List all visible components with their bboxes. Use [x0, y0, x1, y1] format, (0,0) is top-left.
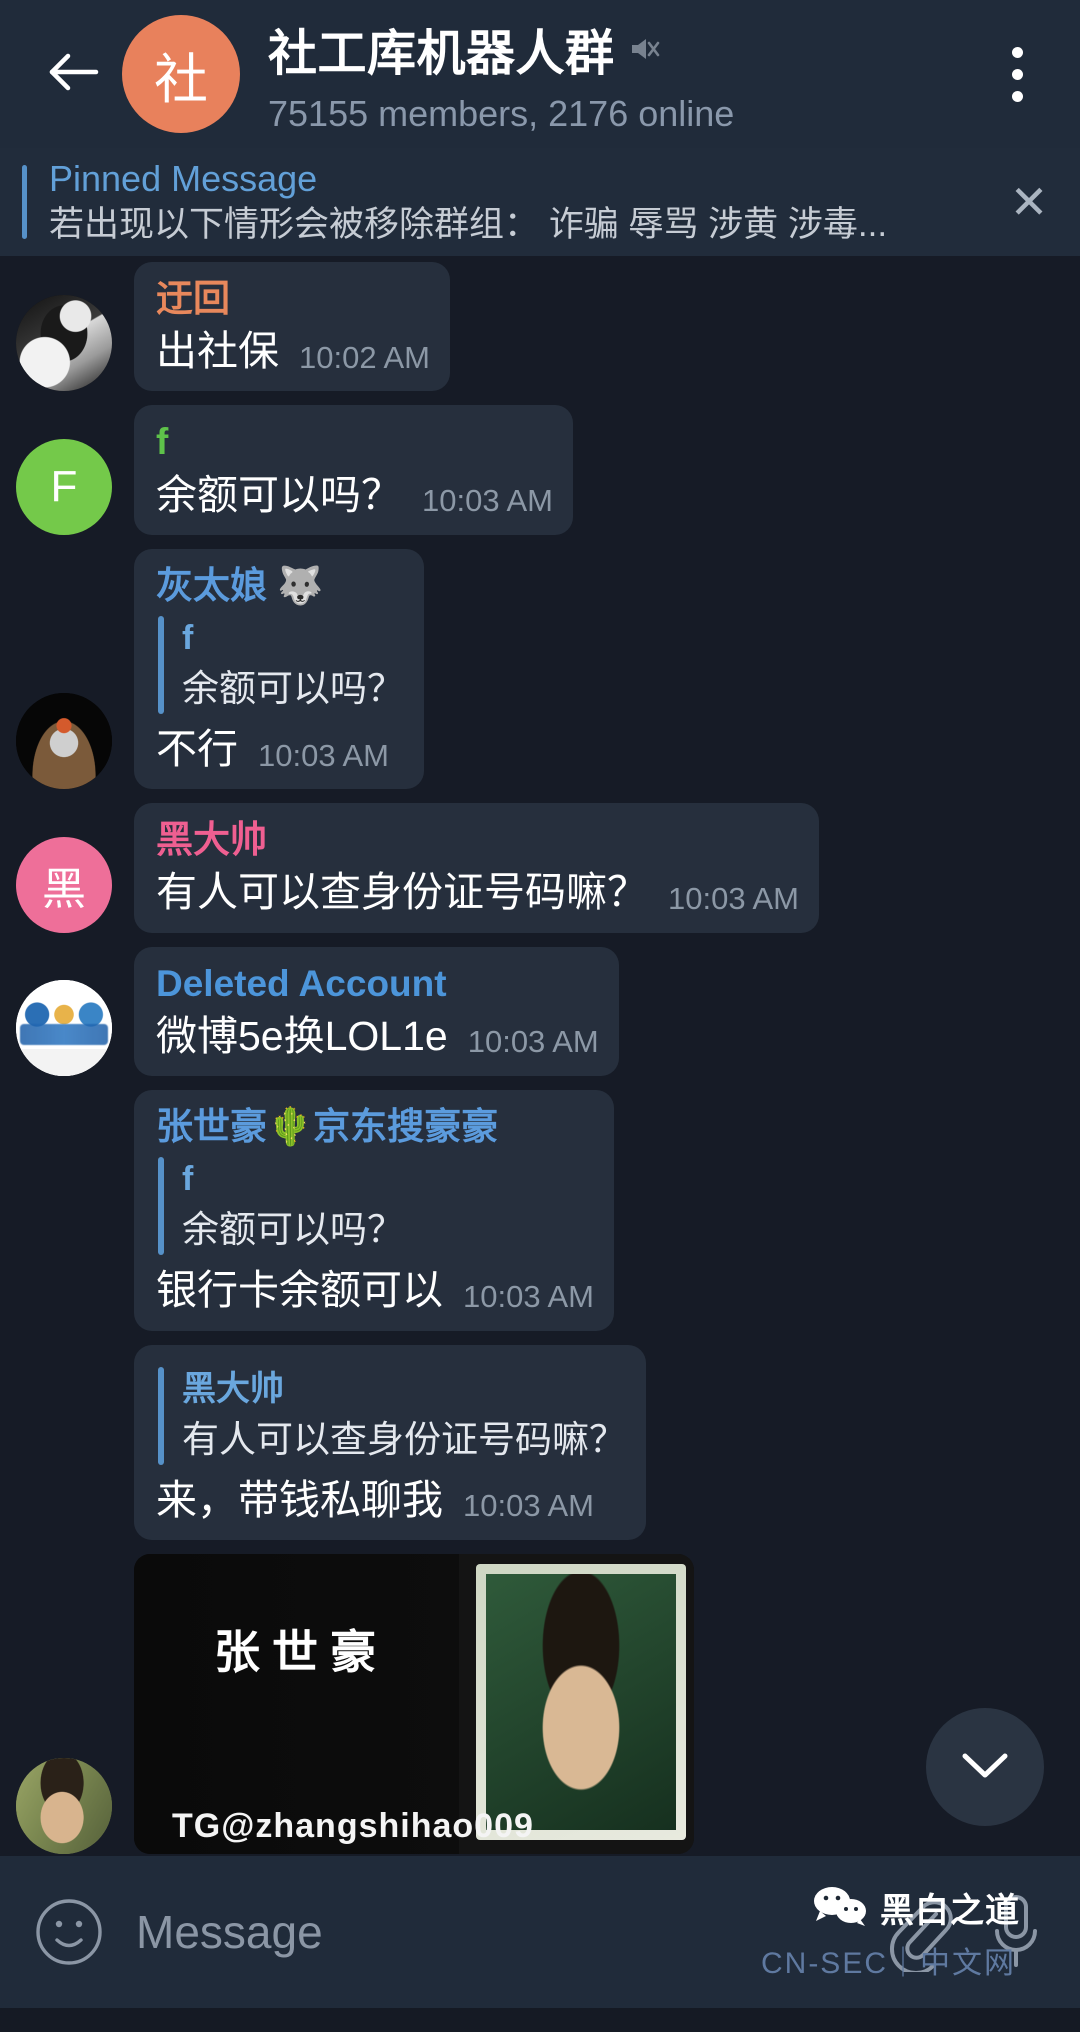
- chat-subtitle: 75155 members, 2176 online: [268, 92, 735, 134]
- chat-title: 社工库机器人群: [268, 26, 615, 81]
- chevron-down-icon: [959, 1748, 1011, 1787]
- message-sender: 迂回: [156, 278, 230, 319]
- message-bubble[interactable]: f 余额可以吗？ 10:03 AM: [134, 405, 573, 535]
- pinned-message-bar[interactable]: Pinned Message 若出现以下情形会被移除群组： 诈骗 辱骂 涉黄 涉…: [0, 148, 1080, 256]
- message-bubble[interactable]: Deleted Account 微博5e换LOL1e 10:03 AM: [134, 946, 619, 1076]
- photo-message[interactable]: 张世豪 TG@zhangshihao009: [134, 1553, 694, 1854]
- message-row[interactable]: 黑大帅 有人可以查身份证号码嘛？ 来，带钱私聊我 10:03 AM: [0, 1344, 1080, 1540]
- message-row[interactable]: 灰太娘 🐺 f 余额可以吗？ 不行 10:03 AM: [0, 548, 1080, 790]
- photo-caption-handle: TG@zhangshihao009: [172, 1806, 534, 1845]
- reply-quote[interactable]: 黑大帅 有人可以查身份证号码嘛？: [158, 1366, 626, 1465]
- pinned-text-block: Pinned Message 若出现以下情形会被移除群组： 诈骗 辱骂 涉黄 涉…: [49, 157, 998, 246]
- message-bubble[interactable]: 黑大帅 有人可以查身份证号码嘛？ 10:03 AM: [134, 803, 819, 933]
- reply-sender: 黑大帅: [182, 1369, 284, 1408]
- message-row[interactable]: 黑 黑大帅 有人可以查身份证号码嘛？ 10:03 AM: [0, 803, 1080, 933]
- message-input[interactable]: Message: [136, 1905, 884, 1959]
- message-sender: 黑大帅: [156, 819, 267, 861]
- reply-quote[interactable]: f 余额可以吗？: [158, 1157, 594, 1256]
- message-text: 出社保: [156, 328, 279, 375]
- message-row[interactable]: 张世豪🌵京东搜豪豪 f 余额可以吗？ 银行卡余额可以 10:03 AM: [0, 1090, 1080, 1331]
- reply-accent-bar: [158, 1366, 164, 1465]
- back-button[interactable]: [30, 31, 116, 117]
- arrow-left-icon: [46, 50, 100, 99]
- more-vertical-icon[interactable]: [982, 31, 1052, 117]
- avatar-placeholder: [16, 1444, 112, 1540]
- message-text: 银行卡余额可以: [156, 1267, 443, 1314]
- message-row[interactable]: 迂回 出社保 10:02 AM: [0, 262, 1080, 392]
- message-bubble[interactable]: 迂回 出社保 10:02 AM: [134, 262, 450, 392]
- chat-header: 社 社工库机器人群 75155 members, 2176 online: [0, 0, 1080, 148]
- reply-sender: f: [182, 1160, 194, 1199]
- message-list[interactable]: 迂回 出社保 10:02 AM F f 余额可以吗？ 10:03 AM 灰太娘 …: [0, 256, 1080, 1856]
- smiley-icon[interactable]: [32, 1895, 106, 1969]
- message-input-bar[interactable]: Message 黑白之道 CN-SEC｜中文网: [0, 1856, 1080, 2008]
- paperclip-icon[interactable]: [884, 1892, 954, 1976]
- photo-inset-frame: [476, 1563, 686, 1840]
- avatar-letter: 黑: [42, 864, 86, 914]
- reply-accent-bar: [158, 615, 164, 714]
- photo-message-row[interactable]: 张世豪 TG@zhangshihao009: [0, 1553, 1080, 1854]
- message-bubble[interactable]: 黑大帅 有人可以查身份证号码嘛？ 来，带钱私聊我 10:03 AM: [134, 1344, 646, 1540]
- avatar[interactable]: [16, 1757, 112, 1854]
- chat-avatar[interactable]: 社: [122, 15, 240, 133]
- avatar[interactable]: F: [16, 438, 112, 535]
- pinned-text: 若出现以下情形会被移除群组： 诈骗 辱骂 涉黄 涉毒...: [49, 205, 888, 244]
- message-bubble[interactable]: 灰太娘 🐺 f 余额可以吗？ 不行 10:03 AM: [134, 548, 424, 790]
- reply-sender: f: [182, 618, 194, 657]
- message-text: 来，带钱私聊我: [156, 1476, 443, 1523]
- header-text-block[interactable]: 社工库机器人群 75155 members, 2176 online: [268, 14, 982, 135]
- message-text: 余额可以吗？: [156, 471, 402, 518]
- message-sender: 灰太娘 🐺: [156, 564, 324, 606]
- mute-icon: [627, 32, 661, 66]
- message-sender: 张世豪🌵京东搜豪豪: [156, 1106, 499, 1147]
- message-sender: f: [156, 421, 169, 463]
- message-time: 10:03 AM: [463, 1488, 594, 1524]
- navigation-bar: [0, 2008, 1080, 2032]
- avatar[interactable]: [16, 693, 112, 790]
- avatar-letter: F: [50, 461, 78, 511]
- avatar[interactable]: [16, 980, 112, 1076]
- message-text: 微博5e换LOL1e: [156, 1012, 448, 1059]
- message-time: 10:03 AM: [422, 483, 553, 518]
- reply-text: 余额可以吗？: [182, 668, 404, 710]
- message-row[interactable]: Deleted Account 微博5e换LOL1e 10:03 AM: [0, 946, 1080, 1076]
- pinned-label: Pinned Message: [49, 157, 318, 199]
- reply-text: 有人可以查身份证号码嘛？: [182, 1418, 626, 1460]
- message-time: 10:03 AM: [668, 880, 799, 916]
- message-bubble[interactable]: 张世豪🌵京东搜豪豪 f 余额可以吗？ 银行卡余额可以 10:03 AM: [134, 1090, 614, 1331]
- avatar-placeholder: [16, 1235, 112, 1331]
- microphone-icon[interactable]: [988, 1891, 1044, 1973]
- close-icon[interactable]: ✕: [998, 171, 1060, 233]
- message-sender: Deleted Account: [156, 962, 447, 1004]
- message-time: 10:02 AM: [299, 339, 430, 375]
- reply-text: 余额可以吗？: [182, 1209, 404, 1251]
- message-time: 10:03 AM: [463, 1278, 594, 1314]
- message-time: 10:03 AM: [467, 1024, 599, 1060]
- avatar[interactable]: [16, 295, 112, 392]
- telegram-chat-screen: 社 社工库机器人群 75155 members, 2176 online Pin…: [0, 0, 1080, 2032]
- chat-avatar-letter: 社: [154, 49, 208, 110]
- reply-accent-bar: [158, 1157, 164, 1256]
- message-text: 不行: [156, 726, 238, 772]
- scroll-to-bottom-button[interactable]: [926, 1708, 1044, 1826]
- pinned-accent-bar: [22, 165, 27, 239]
- reply-quote[interactable]: f 余额可以吗？: [158, 615, 404, 714]
- message-row[interactable]: F f 余额可以吗？ 10:03 AM: [0, 405, 1080, 535]
- message-text: 有人可以查身份证号码嘛？: [156, 869, 648, 916]
- avatar[interactable]: 黑: [16, 836, 112, 933]
- message-time: 10:03 AM: [258, 737, 389, 773]
- photo-caption-name: 张世豪: [214, 1626, 388, 1678]
